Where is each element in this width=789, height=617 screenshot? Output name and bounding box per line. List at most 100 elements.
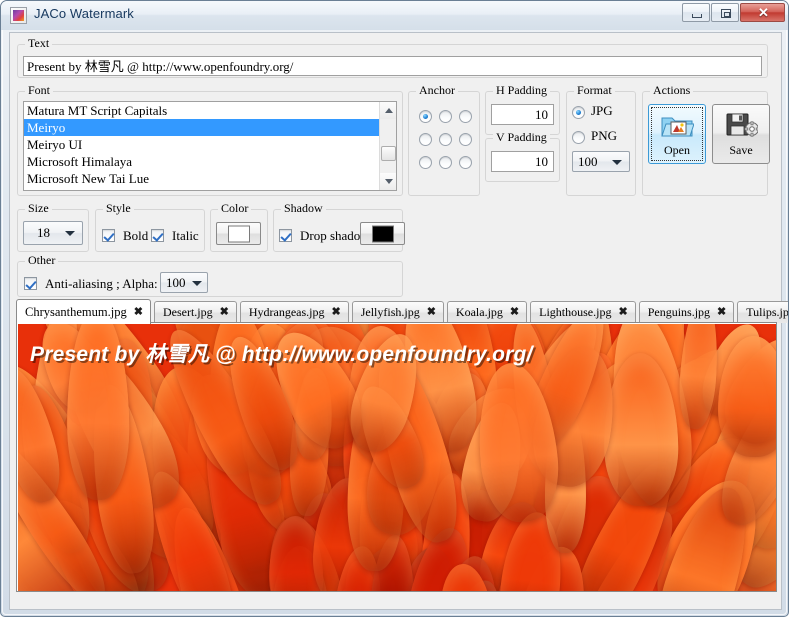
open-button[interactable]: Open <box>648 104 706 164</box>
image-tab-strip: Chrysanthemum.jpg ✖ Desert.jpg ✖ Hydrang… <box>16 299 788 324</box>
chevron-down-icon <box>612 159 622 165</box>
anchor-radio-middle-left[interactable] <box>419 133 432 146</box>
anchor-group-label: Anchor <box>416 83 458 98</box>
h-padding-label: H Padding <box>493 83 550 98</box>
font-size-value: 18 <box>37 225 50 240</box>
window-controls: ✕ <box>681 3 785 22</box>
antialiasing-checkbox[interactable]: Anti-aliasing ; Alpha: <box>24 275 158 293</box>
font-list-item[interactable]: Matura MT Script Capitals <box>24 102 396 119</box>
tab-hydrangeas[interactable]: Hydrangeas.jpg ✖ <box>239 301 349 323</box>
client-area: Text Present by 林雪凡 @ http://www.openfou… <box>9 32 788 610</box>
alpha-value: 100 <box>166 274 186 290</box>
text-color-button[interactable] <box>216 222 261 245</box>
close-icon: ✕ <box>758 5 769 20</box>
save-button[interactable]: Save <box>712 104 770 164</box>
anchor-radio-middle-center[interactable] <box>439 133 452 146</box>
open-button-label: Open <box>664 143 690 157</box>
scroll-up-arrow-icon[interactable] <box>380 102 396 119</box>
chevron-down-icon <box>65 231 75 236</box>
app-window: JACo Watermark ✕ Text Present by 林雪凡 @ h… <box>0 0 789 617</box>
preview-photo-chrysanthemum: Present by 林雪凡 @ http://www.openfoundry.… <box>18 324 776 591</box>
anchor-radio-top-right[interactable] <box>459 110 472 123</box>
style-group-label: Style <box>103 201 134 216</box>
bold-checkbox-box[interactable] <box>102 229 115 242</box>
anchor-radio-top-left[interactable] <box>419 110 432 123</box>
shadow-color-button[interactable] <box>360 222 405 245</box>
tab-koala[interactable]: Koala.jpg ✖ <box>446 301 528 323</box>
tab-close-icon[interactable]: ✖ <box>220 307 229 318</box>
bold-checkbox[interactable]: Bold <box>102 227 148 245</box>
text-group-label: Text <box>25 36 53 51</box>
tab-close-icon[interactable]: ✖ <box>618 307 627 318</box>
alpha-combo[interactable]: 100 <box>160 272 208 293</box>
minimize-icon <box>692 14 702 18</box>
image-preview-panel[interactable]: Present by 林雪凡 @ http://www.openfoundry.… <box>16 322 777 592</box>
font-size-combo[interactable]: 18 <box>23 221 83 245</box>
actions-group-label: Actions <box>650 83 694 98</box>
tab-tulips[interactable]: Tulips.jpg ✖ <box>737 301 789 323</box>
title-bar[interactable]: JACo Watermark ✕ <box>1 1 788 30</box>
tab-close-icon[interactable]: ✖ <box>331 307 340 318</box>
tab-label: Hydrangeas.jpg <box>248 305 325 319</box>
watermark-overlay-text: Present by 林雪凡 @ http://www.openfoundry.… <box>30 343 533 366</box>
tab-penguins[interactable]: Penguins.jpg ✖ <box>638 301 735 323</box>
tab-label: Jellyfish.jpg <box>360 305 420 319</box>
antialiasing-checkbox-box[interactable] <box>24 277 37 290</box>
app-picture-icon <box>10 7 27 24</box>
anchor-radio-middle-right[interactable] <box>459 133 472 146</box>
italic-checkbox[interactable]: Italic <box>151 227 199 245</box>
tab-jellyfish[interactable]: Jellyfish.jpg ✖ <box>351 301 444 323</box>
drop-shadow-checkbox-box[interactable] <box>279 229 292 242</box>
jpeg-quality-combo[interactable]: 100 <box>572 151 630 172</box>
tab-close-icon[interactable]: ✖ <box>510 307 519 318</box>
format-group-label: Format <box>574 83 615 98</box>
png-label: PNG <box>591 128 618 143</box>
anchor-radio-bottom-center[interactable] <box>439 156 452 169</box>
tab-close-icon[interactable]: ✖ <box>717 307 726 318</box>
scrollbar-thumb[interactable] <box>381 146 396 161</box>
font-list-item[interactable]: Microsoft New Tai Lue <box>24 170 396 187</box>
tab-desert[interactable]: Desert.jpg ✖ <box>153 301 237 323</box>
jpeg-quality-value: 100 <box>578 153 598 169</box>
anchor-radio-top-center[interactable] <box>439 110 452 123</box>
tab-label: Chrysanthemum.jpg <box>25 304 127 319</box>
tab-close-icon[interactable]: ✖ <box>134 306 143 318</box>
tab-lighthouse[interactable]: Lighthouse.jpg ✖ <box>530 301 636 323</box>
other-group-label: Other <box>25 253 59 268</box>
font-list-item[interactable]: Meiryo UI <box>24 136 396 153</box>
minimize-button[interactable] <box>682 3 710 22</box>
png-radio[interactable] <box>572 131 585 144</box>
anchor-radio-bottom-right[interactable] <box>459 156 472 169</box>
italic-label: Italic <box>172 228 199 243</box>
italic-checkbox-box[interactable] <box>151 229 164 242</box>
tab-label: Lighthouse.jpg <box>539 305 612 319</box>
maximize-button[interactable] <box>711 3 739 22</box>
size-group-label: Size <box>25 201 52 216</box>
bold-label: Bold <box>123 228 149 243</box>
shadow-group-label: Shadow <box>281 201 326 216</box>
shadow-color-swatch <box>371 225 394 242</box>
h-padding-input[interactable]: 10 <box>491 104 554 125</box>
tab-label: Tulips.jpg <box>746 305 789 319</box>
window-title: JACo Watermark <box>34 6 134 21</box>
tab-chrysanthemum[interactable]: Chrysanthemum.jpg ✖ <box>16 299 151 324</box>
font-list-item-selected[interactable]: Meiryo <box>24 119 396 136</box>
text-color-swatch <box>227 225 250 242</box>
font-list-item[interactable]: Microsoft Himalaya <box>24 153 396 170</box>
tab-close-icon[interactable]: ✖ <box>427 307 436 318</box>
jpg-radio[interactable] <box>572 106 585 119</box>
color-group-label: Color <box>218 201 252 216</box>
picture-icon-glyph <box>13 10 24 21</box>
anchor-radio-bottom-left[interactable] <box>419 156 432 169</box>
anchor-grid <box>416 105 474 185</box>
save-button-label: Save <box>729 143 753 157</box>
watermark-text-input[interactable]: Present by 林雪凡 @ http://www.openfoundry.… <box>23 56 762 76</box>
drop-shadow-checkbox[interactable]: Drop shadow <box>279 227 370 245</box>
v-padding-input[interactable]: 10 <box>491 151 554 172</box>
font-list[interactable]: Matura MT Script Capitals Meiryo Meiryo … <box>23 101 397 191</box>
close-button[interactable]: ✕ <box>740 3 785 22</box>
scroll-down-arrow-icon[interactable] <box>380 173 396 190</box>
font-list-scrollbar[interactable] <box>379 102 396 190</box>
tab-label: Desert.jpg <box>162 305 213 319</box>
open-folder-image-icon <box>660 111 695 146</box>
